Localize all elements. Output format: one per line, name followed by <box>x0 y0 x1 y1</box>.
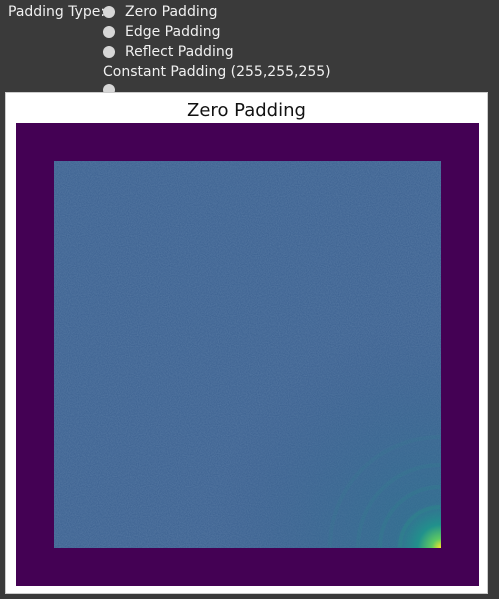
image-region <box>54 161 441 548</box>
radio-zero-padding[interactable]: Zero Padding <box>103 2 217 22</box>
padded-image-plot <box>16 123 479 586</box>
radio-button-icon[interactable] <box>103 6 115 18</box>
radio-label-edge-padding: Edge Padding <box>125 24 221 40</box>
padding-type-label: Padding Type: <box>8 4 106 20</box>
figure-panel: Zero Padding <box>5 92 488 594</box>
radio-button-icon[interactable] <box>103 46 115 58</box>
figure-title: Zero Padding <box>187 100 306 121</box>
radio-constant-padding-label-row: Constant Padding (255,255,255) <box>103 62 331 82</box>
padded-image-svg <box>16 123 479 586</box>
radio-label-reflect-padding: Reflect Padding <box>125 44 234 60</box>
radio-edge-padding[interactable]: Edge Padding <box>103 22 221 42</box>
radio-button-icon[interactable] <box>103 26 115 38</box>
radio-reflect-padding[interactable]: Reflect Padding <box>103 42 234 62</box>
radio-label-constant-padding: Constant Padding (255,255,255) <box>103 64 331 80</box>
app-window: Padding Type: Zero Padding Edge Padding … <box>0 0 499 599</box>
radio-label-zero-padding: Zero Padding <box>125 4 218 20</box>
